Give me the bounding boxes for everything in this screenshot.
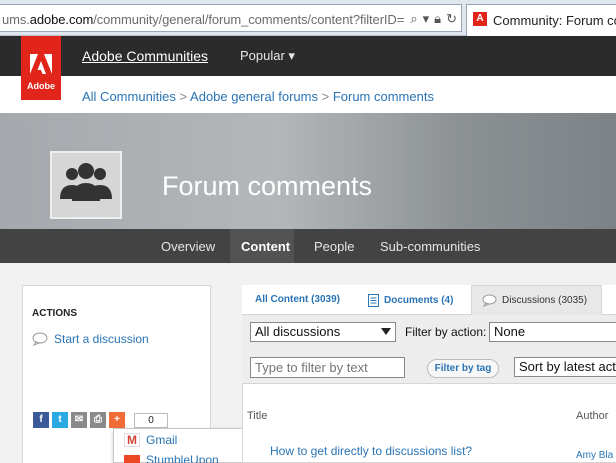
discussion-type-value: All discussions	[255, 324, 341, 339]
address-bar[interactable]: ums.adobe.com/community/general/forum_co…	[0, 4, 462, 32]
adobe-logo[interactable]: Adobe	[21, 36, 61, 100]
start-discussion-label: Start a discussion	[54, 332, 149, 346]
share-plus-icon[interactable]: +	[109, 412, 125, 428]
tab-all-content[interactable]: All Content (3039)	[255, 294, 340, 305]
share-option-stumbleupon[interactable]: StumbleUpon	[124, 455, 219, 463]
discussion-icon	[482, 294, 497, 307]
breadcrumb: All Communities > Adobe general forums >…	[82, 89, 434, 104]
column-header-title[interactable]: Title	[247, 410, 267, 422]
breadcrumb-all-communities[interactable]: All Communities	[82, 89, 176, 104]
action-filter-value: None	[494, 324, 526, 339]
sort-value: Sort by latest acti	[519, 359, 616, 374]
adobe-favicon-icon: A	[473, 12, 487, 26]
chevron-down-icon	[381, 328, 391, 335]
logo-text: Adobe	[27, 81, 55, 91]
email-icon[interactable]: ✉	[71, 412, 87, 428]
breadcrumb-forum-comments[interactable]: Forum comments	[333, 89, 434, 104]
page-title: Forum comments	[162, 171, 373, 201]
lock-icon[interactable]: 🔒︎	[434, 10, 441, 28]
community-group-icon	[50, 151, 122, 219]
tab-content[interactable]: Content	[241, 239, 290, 254]
action-filter-select[interactable]: None	[489, 322, 616, 342]
share-count: 0	[134, 412, 168, 428]
sort-select[interactable]: Sort by latest acti	[514, 357, 616, 377]
breadcrumb-separator: >	[179, 89, 188, 104]
twitter-icon[interactable]: t	[52, 412, 68, 428]
tab-people[interactable]: People	[314, 239, 354, 254]
stumbleupon-icon	[124, 455, 140, 463]
tab-documents[interactable]: Documents (4)	[368, 294, 453, 307]
tab-all-content-label: All Content (3039)	[255, 294, 341, 305]
share-bar: f t ✉ ⎙ + 0	[33, 412, 168, 428]
breadcrumb-separator: >	[321, 89, 330, 104]
speech-bubble-icon	[32, 332, 48, 346]
nav-adobe-communities[interactable]: Adobe Communities	[82, 48, 208, 64]
actions-heading: ACTIONS	[32, 308, 77, 319]
facebook-icon[interactable]: f	[33, 412, 49, 428]
tab-documents-label: Documents (4)	[384, 295, 454, 306]
discussion-author-link[interactable]: Amy Bla	[576, 450, 613, 461]
column-header-author[interactable]: Author	[576, 410, 608, 422]
adobe-a-icon	[30, 54, 52, 74]
discussion-title-link[interactable]: How to get directly to discussions list?	[270, 444, 472, 458]
discussion-type-select[interactable]: All discussions	[250, 322, 396, 342]
tab-sub-communities[interactable]: Sub-communities	[380, 239, 480, 254]
search-icon[interactable]: ⌕	[410, 10, 417, 28]
filter-by-tag-button[interactable]: Filter by tag	[427, 359, 499, 378]
share-option-gmail[interactable]: M Gmail	[124, 433, 177, 447]
print-icon[interactable]: ⎙	[90, 412, 106, 428]
tab-overview[interactable]: Overview	[161, 239, 215, 254]
start-discussion-link[interactable]: Start a discussion	[32, 332, 149, 346]
filter-by-action-label: Filter by action:	[405, 325, 487, 339]
address-bar-icons: ⌕ ▾ 🔒︎ ↻	[410, 10, 457, 28]
address-text[interactable]: ums.adobe.com/community/general/forum_co…	[2, 12, 404, 27]
dropdown-icon[interactable]: ▾	[423, 10, 430, 28]
stumbleupon-label: StumbleUpon	[146, 455, 219, 463]
community-subnav	[0, 229, 616, 263]
breadcrumb-general-forums[interactable]: Adobe general forums	[190, 89, 318, 104]
gmail-icon: M	[124, 433, 140, 447]
nav-popular-menu[interactable]: Popular ▾	[240, 48, 295, 64]
refresh-icon[interactable]: ↻	[446, 10, 457, 28]
tab-title: Community: Forum com	[493, 13, 616, 28]
gmail-label: Gmail	[146, 433, 178, 447]
document-icon	[368, 294, 379, 307]
text-filter-input[interactable]	[250, 357, 405, 378]
tab-discussions-label: Discussions (3035)	[502, 295, 588, 306]
browser-tab[interactable]: A Community: Forum com	[466, 4, 616, 36]
tab-discussions[interactable]: Discussions (3035)	[482, 294, 587, 307]
